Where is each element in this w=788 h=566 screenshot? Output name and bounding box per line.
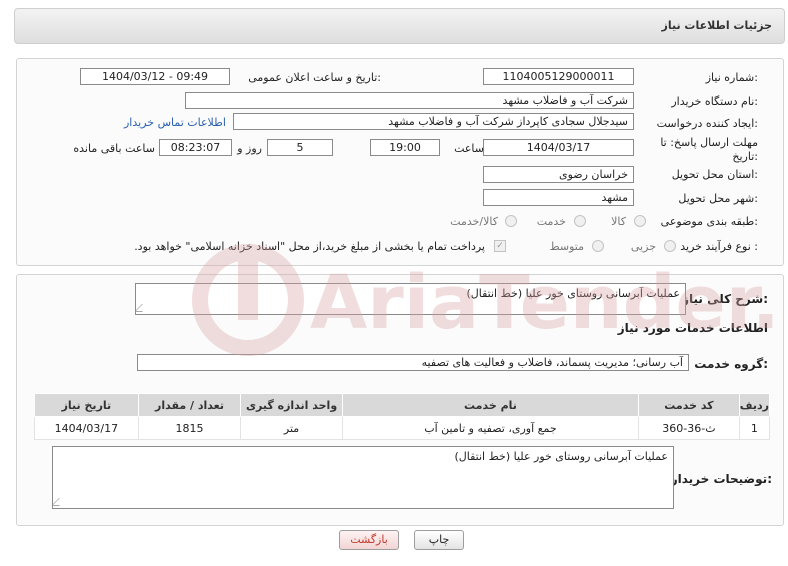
- buyer-org-field: شرکت آب و فاضلاب مشهد: [185, 92, 634, 109]
- category-goods-service-label: کالا/خدمت: [450, 215, 498, 228]
- resize-grip-icon[interactable]: [53, 498, 67, 506]
- treasury-payment-note: پرداخت تمام یا بخشی از مبلغ خرید،از محل …: [134, 240, 485, 253]
- delivery-city-label: شهر محل تحویل:: [678, 192, 758, 205]
- col-header-unit: واحد اندازه گیری: [240, 393, 343, 417]
- cell-quantity: 1815: [137, 416, 242, 440]
- delivery-province-field: خراسان رضوی: [483, 166, 634, 183]
- treasury-payment-checkbox[interactable]: ✓: [494, 240, 506, 252]
- service-group-label: گروه خدمت:: [694, 357, 768, 371]
- remaining-time-label: ساعت باقی مانده: [73, 142, 155, 155]
- col-header-need-date: تاریخ نیاز: [34, 393, 139, 417]
- buyer-notes-text: عملیات آبرسانی روستای خور علیا (خط انتقا…: [454, 450, 668, 463]
- page-header: جزئیات اطلاعات نیاز: [14, 8, 785, 44]
- back-button[interactable]: بازگشت: [339, 530, 399, 550]
- cell-need-date: 1404/03/17: [34, 416, 139, 440]
- need-summary-textarea: عملیات آبرسانی روستای خور علیا (خط انتقا…: [135, 283, 686, 315]
- cell-service-name: جمع آوری، تصفیه و تامین آب: [341, 416, 640, 440]
- delivery-city-field: مشهد: [483, 189, 634, 206]
- process-minor-label: جزیی: [630, 240, 656, 253]
- resize-grip-icon[interactable]: [136, 304, 150, 312]
- request-creator-label: ایجاد کننده درخواست:: [656, 117, 758, 130]
- service-group-field: آب رسانی؛ مدیریت پسماند، فاضلاب و فعالیت…: [137, 354, 689, 371]
- col-header-quantity: تعداد / مقدار: [137, 393, 242, 417]
- process-minor-radio[interactable]: [664, 240, 676, 252]
- remaining-time-field: 08:23:07: [159, 139, 232, 156]
- cell-unit: متر: [240, 416, 343, 440]
- buyer-notes-textarea: عملیات آبرسانی روستای خور علیا (خط انتقا…: [52, 446, 674, 509]
- cell-service-code: ث-36-360: [638, 416, 740, 440]
- announce-datetime-field: 1404/03/12 - 09:49: [80, 68, 230, 85]
- category-goods-label: کالا: [611, 215, 626, 228]
- col-header-service-code: کد خدمت: [638, 393, 740, 417]
- buyer-contact-link[interactable]: اطلاعات تماس خریدار: [124, 116, 226, 129]
- services-table: ردیف کد خدمت نام خدمت واحد اندازه گیری ت…: [34, 393, 771, 440]
- table-header-row: ردیف کد خدمت نام خدمت واحد اندازه گیری ت…: [34, 393, 771, 417]
- deadline-time-field: 19:00: [370, 139, 440, 156]
- request-creator-field: سیدجلال سجادی کاپرداز شرکت آب و فاضلاب م…: [233, 113, 634, 130]
- category-goods-radio[interactable]: [634, 215, 646, 227]
- table-row: 1 ث-36-360 جمع آوری، تصفیه و تامین آب مت…: [34, 416, 771, 440]
- need-summary-label: شرح کلی نیاز:: [682, 292, 768, 306]
- days-label: روز و: [237, 142, 262, 155]
- category-goods-service-radio[interactable]: [505, 215, 517, 227]
- col-header-row-number: ردیف: [738, 393, 771, 417]
- col-header-service-name: نام خدمت: [341, 393, 640, 417]
- deadline-date-field: 1404/03/17: [483, 139, 634, 156]
- deadline-time-label: ساعت: [454, 142, 484, 155]
- delivery-province-label: استان محل تحویل:: [671, 168, 758, 181]
- category-label: طبقه بندی موضوعی:: [660, 215, 758, 228]
- deadline-label-line2: تاریخ:: [732, 150, 758, 163]
- category-service-label: خدمت: [536, 215, 566, 228]
- page-title: جزئیات اطلاعات نیاز: [661, 19, 773, 32]
- deadline-label: مهلت ارسال پاسخ: تا تاریخ:: [660, 136, 758, 164]
- category-service-radio[interactable]: [574, 215, 586, 227]
- deadline-label-line1: مهلت ارسال پاسخ: تا: [660, 136, 758, 149]
- services-section-title: اطلاعات خدمات مورد نیاز: [617, 321, 768, 335]
- need-number-label: شماره نیاز:: [705, 71, 758, 84]
- process-medium-label: متوسط: [549, 240, 584, 253]
- purchase-process-label: نوع فرآیند خرید :: [680, 240, 758, 253]
- remaining-days-field: 5: [267, 139, 333, 156]
- print-button[interactable]: چاپ: [414, 530, 464, 550]
- announce-datetime-label: تاریخ و ساعت اعلان عمومی:: [248, 71, 381, 84]
- cell-row-number: 1: [738, 416, 771, 440]
- buyer-org-label: نام دستگاه خریدار:: [671, 95, 758, 108]
- process-medium-radio[interactable]: [592, 240, 604, 252]
- need-number-field: 1104005129000011: [483, 68, 634, 85]
- need-summary-text: عملیات آبرسانی روستای خور علیا (خط انتقا…: [466, 287, 680, 300]
- buyer-notes-label: توضیحات خریدار:: [670, 472, 772, 486]
